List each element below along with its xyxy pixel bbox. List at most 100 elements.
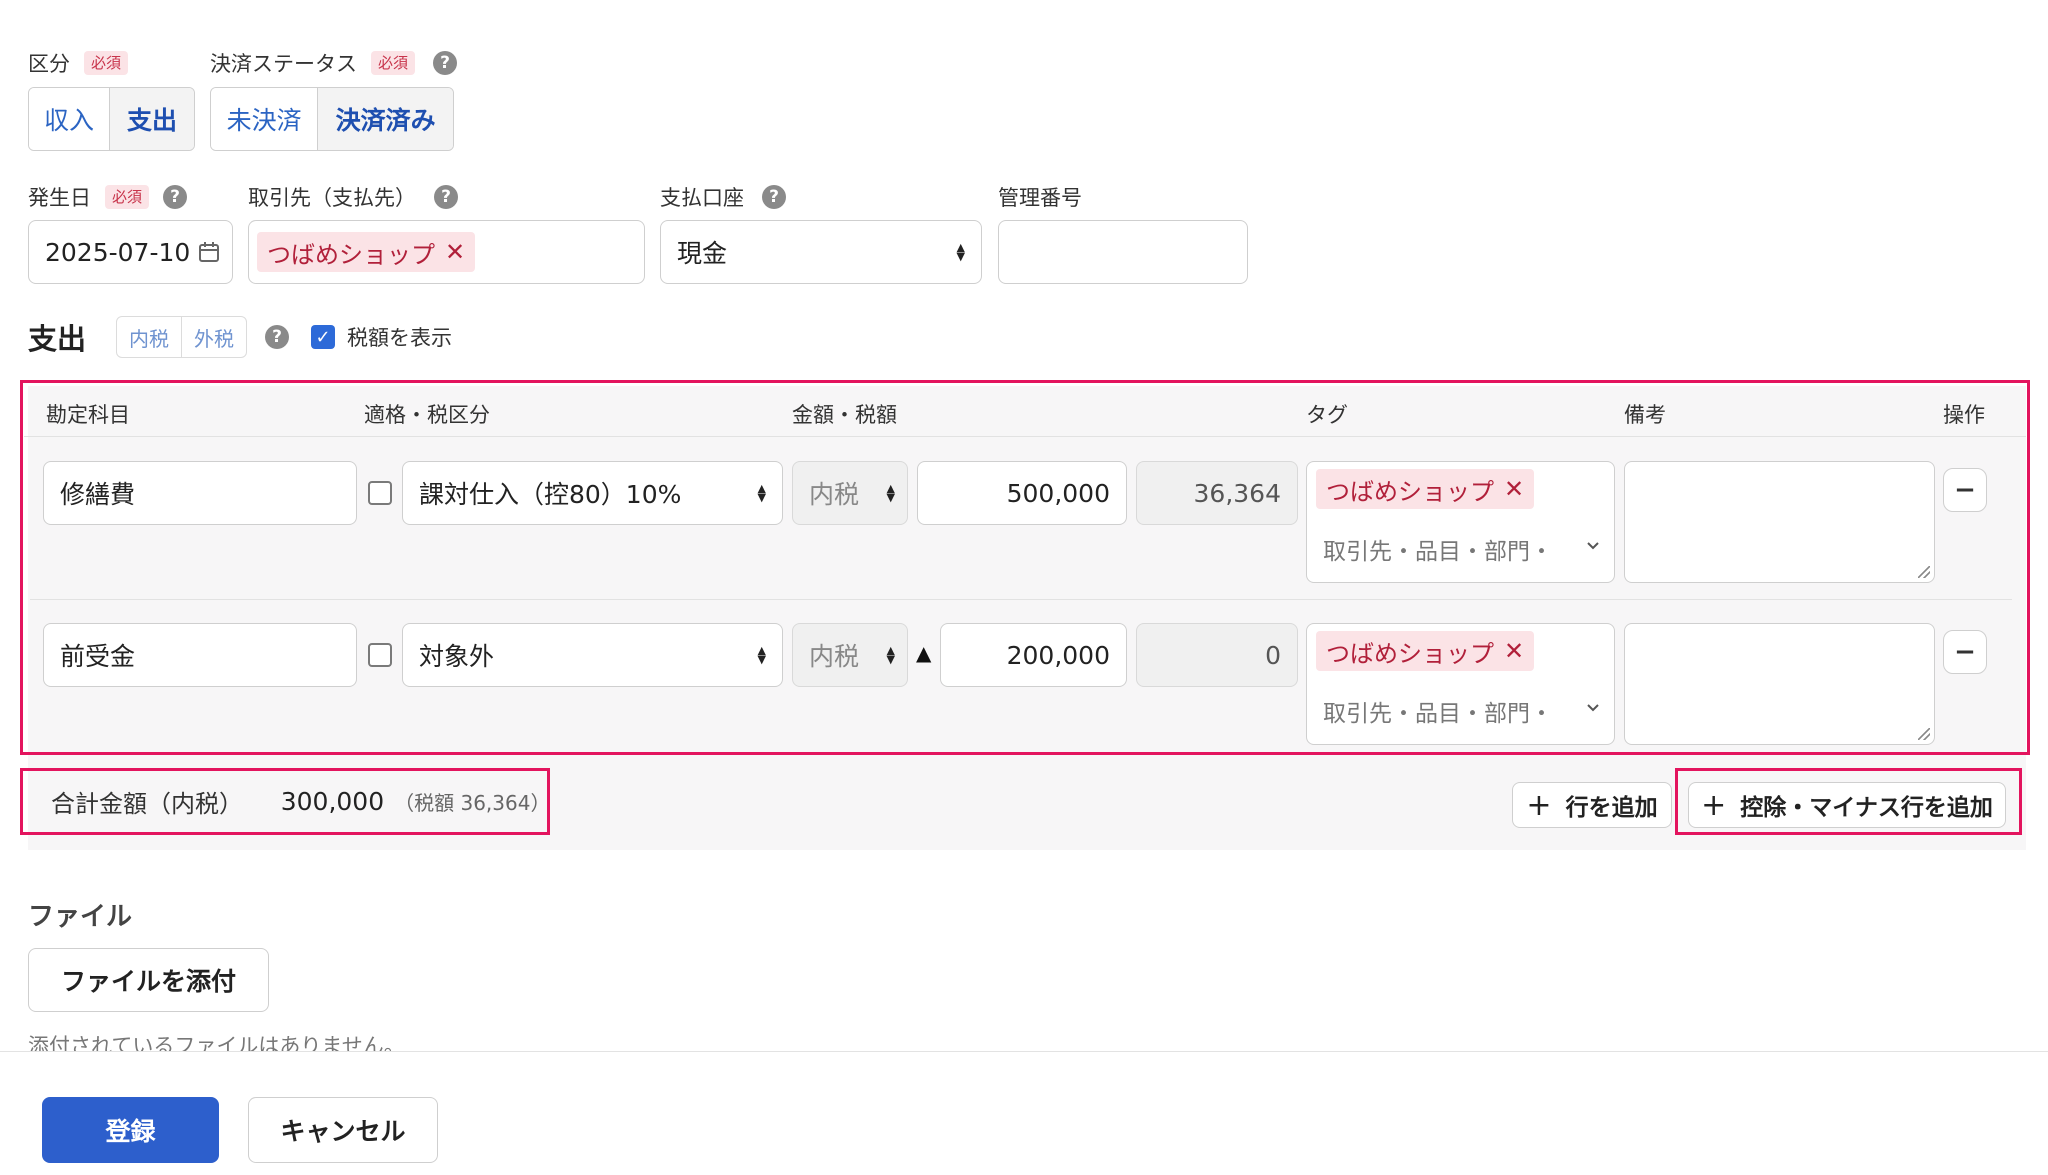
tax-amount-field: 36,364 [1136,461,1298,525]
select-arrows-icon: ▲ ▼ [886,482,895,504]
tag-placeholder: 取引先・品目・部門・ [1323,701,1553,727]
remove-row-button[interactable]: − [1943,468,1987,512]
close-icon[interactable]: ✕ [445,238,465,266]
settlement-option-unsettled[interactable]: 未決済 [211,88,319,150]
calendar-icon[interactable] [198,241,220,263]
select-arrows-icon: ▲ ▼ [956,241,965,263]
amount-value: 200,000 [1006,640,1110,670]
amount-value: 500,000 [1006,478,1110,508]
header-action: 操作 [1943,403,1985,427]
close-icon[interactable]: ✕ [1504,637,1524,665]
total-amount: 300,000 [280,787,385,816]
select-arrows-icon: ▲ ▼ [757,482,766,504]
date-label: 発生日 [28,186,91,210]
tag-chip-label: つばめショップ [1326,639,1494,668]
memo-textarea[interactable] [1624,623,1935,745]
partner-input[interactable]: つばめショップ ✕ [248,220,645,284]
header-divider [24,436,2026,437]
tax-mode-inclusive[interactable]: 内税 [117,317,183,357]
settlement-option-settled[interactable]: 決済済み [318,88,453,150]
tax-amount-value: 0 [1265,640,1281,670]
chevron-down-icon[interactable] [1585,702,1601,714]
header-amount: 金額・税額 [792,403,897,427]
select-arrows-icon: ▲ ▼ [757,644,766,666]
amount-input[interactable]: 200,000 [940,623,1127,687]
add-row-label: 行を追加 [1565,795,1658,821]
account-value: 現金 [677,239,728,268]
plus-icon: + [1526,787,1552,823]
tax-category-select[interactable]: 対象外 ▲ ▼ [402,623,783,687]
tag-input[interactable]: つばめショップ ✕ 取引先・品目・部門・ [1306,461,1615,583]
date-input[interactable]: 2025-07-10 [28,220,233,284]
add-minus-row-label: 控除・マイナス行を追加 [1740,795,1993,821]
cancel-button[interactable]: キャンセル [248,1097,438,1163]
header-tag: タグ [1306,403,1348,427]
tag-chip: つばめショップ ✕ [1316,469,1535,509]
tag-chip: つばめショップ ✕ [1316,631,1535,671]
qualified-checkbox[interactable] [368,481,392,505]
required-badge: 必須 [84,51,129,75]
add-row-button[interactable]: + 行を追加 [1512,782,1672,828]
tax-mode-value: 内税 [809,642,860,671]
mgmt-number-input[interactable] [998,220,1248,284]
category-label: 区分 [28,52,70,76]
submit-button[interactable]: 登録 [42,1097,219,1163]
help-icon[interactable]: ? [163,185,188,209]
close-icon[interactable]: ✕ [1504,475,1524,503]
plus-icon: + [1701,787,1727,823]
header-tax-category: 適格・税区分 [364,403,490,427]
expense-title: 支出 [28,322,87,356]
tax-category-value: 課対仕入（控80）10% [419,480,682,509]
resize-handle-icon[interactable] [1918,728,1930,740]
date-value: 2025-07-10 [45,237,191,267]
tax-category-select[interactable]: 課対仕入（控80）10% ▲ ▼ [402,461,783,525]
add-minus-row-button[interactable]: + 控除・マイナス行を追加 [1688,782,2006,828]
total-highlight: 合計金額（内税） 300,000 （税額 36,364） [20,768,550,835]
tax-amount-field: 0 [1136,623,1298,687]
account-select[interactable]: 現金 ▲ ▼ [660,220,982,284]
tax-mode-select[interactable]: 内税 ▲ ▼ [792,623,908,687]
select-arrows-icon: ▲ ▼ [886,644,895,666]
tax-amount-value: 36,364 [1193,478,1281,508]
attach-file-button[interactable]: ファイルを添付 [28,948,269,1012]
tax-mode-select[interactable]: 内税 ▲ ▼ [792,461,908,525]
tag-input[interactable]: つばめショップ ✕ 取引先・品目・部門・ [1306,623,1615,745]
tag-chip-label: つばめショップ [1326,477,1494,506]
account-item-value: 前受金 [60,642,136,671]
partner-label: 取引先（支払先） [248,186,416,210]
account-item-value: 修繕費 [60,480,136,509]
account-item-input[interactable]: 修繕費 [43,461,357,525]
mgmt-number-label: 管理番号 [998,186,1082,210]
tax-mode-value: 内税 [809,480,860,509]
header-memo: 備考 [1624,403,1666,427]
required-badge: 必須 [371,51,416,75]
amount-input[interactable]: 500,000 [917,461,1127,525]
category-toggle: 収入 支出 [28,87,195,151]
header-account: 勘定科目 [46,403,130,427]
tax-mode-exclusive[interactable]: 外税 [182,317,246,357]
show-tax-checkbox[interactable]: ✓ [311,325,336,349]
help-icon[interactable]: ? [434,185,458,209]
submit-label: 登録 [105,1117,156,1146]
show-tax-label: 税額を表示 [347,326,453,350]
tag-placeholder: 取引先・品目・部門・ [1323,539,1553,565]
cancel-label: キャンセル [280,1117,406,1146]
category-option-income[interactable]: 収入 [29,88,111,150]
resize-handle-icon[interactable] [1918,566,1930,578]
account-item-input[interactable]: 前受金 [43,623,357,687]
settlement-label: 決済ステータス [210,52,357,76]
tax-mode-toggle: 内税 外税 [116,316,248,358]
chevron-down-icon[interactable] [1585,540,1601,552]
remove-row-button[interactable]: − [1943,630,1987,674]
help-icon[interactable]: ? [433,51,458,75]
help-icon[interactable]: ? [762,185,786,209]
row-divider [30,599,2012,600]
qualified-checkbox[interactable] [368,643,392,667]
required-badge: 必須 [105,185,150,209]
partner-chip-label: つばめショップ [267,240,435,269]
tax-category-value: 対象外 [419,642,495,671]
category-option-expense[interactable]: 支出 [110,88,194,150]
settlement-toggle: 未決済 決済済み [210,87,454,151]
memo-textarea[interactable] [1624,461,1935,583]
help-icon[interactable]: ? [265,325,290,349]
